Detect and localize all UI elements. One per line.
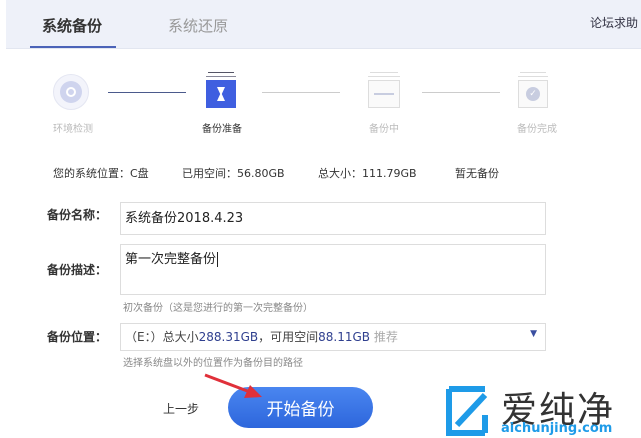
backup-name-input[interactable]: 系统备份2018.4.23 xyxy=(120,202,546,235)
backup-location-label: 备份位置： xyxy=(47,330,108,344)
chevron-down-icon[interactable]: ▼ xyxy=(530,324,537,344)
backup-name-label: 备份名称： xyxy=(47,208,108,222)
watermark-logo: 爱纯净 aichunjing.com xyxy=(445,385,641,438)
location-hint: 选择系统盘以外的位置作为备份目的路径 xyxy=(123,358,303,369)
backup-desc-textarea[interactable]: 第一次完整备份 xyxy=(120,244,546,295)
location-mid: ，可用空间 xyxy=(258,330,319,344)
active-tab-indicator xyxy=(30,46,116,48)
step-connector xyxy=(108,92,186,93)
location-prefix: （E：）总大小 xyxy=(125,330,199,344)
system-location: 您的系统位置：C盘 xyxy=(53,167,149,180)
watermark-domain: aichunjing.com xyxy=(501,421,613,436)
red-arrow-annotation xyxy=(204,373,262,398)
total-size: 总大小：111.79GB xyxy=(318,167,417,180)
location-free: 88.11GB xyxy=(318,330,371,344)
backup-location-select[interactable]: （E：）总大小288.31GB，可用空间88.11GB 推荐 ▼ xyxy=(120,323,546,351)
desc-text: 第一次完整备份 xyxy=(125,252,217,267)
hourglass-icon xyxy=(206,72,236,109)
backup-status: 暂无备份 xyxy=(455,167,499,180)
desc-hint: 初次备份（这是您进行的第一次完整备份） xyxy=(123,303,313,314)
step-connector xyxy=(422,92,500,93)
step-connector xyxy=(262,92,340,93)
prev-step-button[interactable]: 上一步 xyxy=(163,400,199,417)
backup-desc-label: 备份描述： xyxy=(47,263,108,277)
used-space: 已用空间：56.80GB xyxy=(182,167,285,180)
step-label: 备份准备 xyxy=(202,124,242,135)
progress-icon xyxy=(368,72,400,109)
recommended-tag: 推荐 xyxy=(373,330,398,344)
location-total: 288.31GB xyxy=(198,330,259,344)
tab-system-restore[interactable]: 系统还原 xyxy=(168,15,228,36)
check-icon: ✓ xyxy=(518,72,548,109)
step-label: 备份中 xyxy=(369,124,399,135)
forum-help-link[interactable]: 论坛求助 xyxy=(590,14,638,31)
tab-system-backup[interactable]: 系统备份 xyxy=(42,15,102,36)
step-label: 备份完成 xyxy=(517,124,557,135)
search-icon xyxy=(53,74,89,110)
step-label: 环境检测 xyxy=(53,124,93,135)
